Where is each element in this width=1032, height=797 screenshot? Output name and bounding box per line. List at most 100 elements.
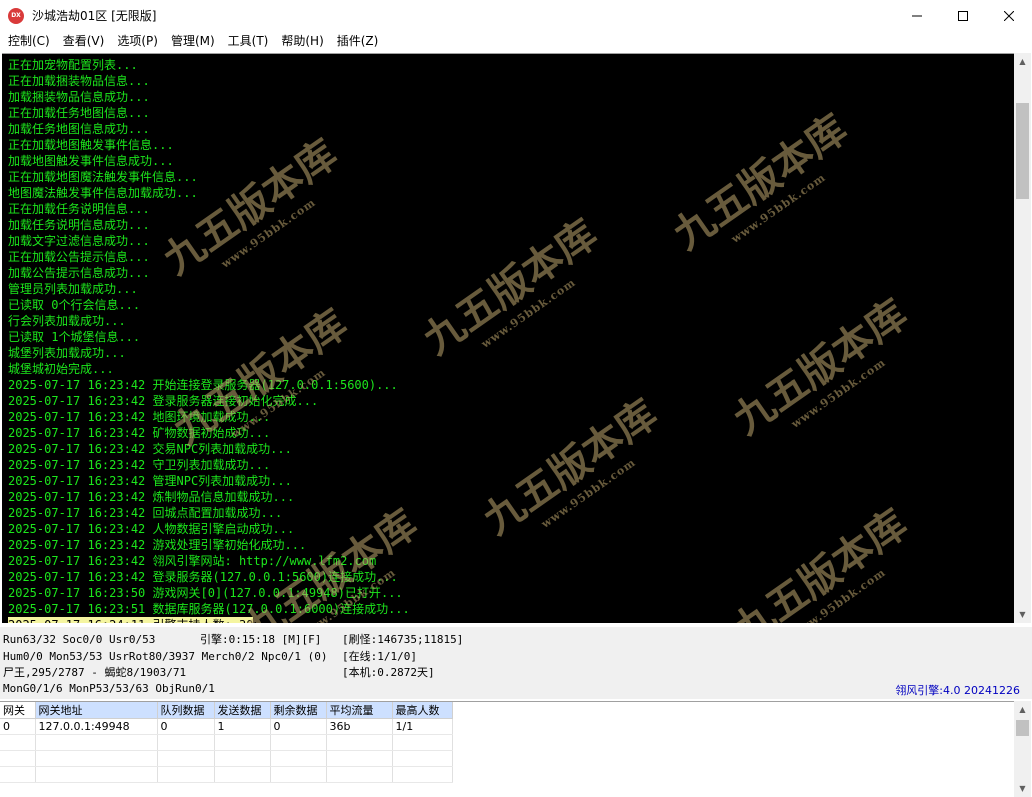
minimize-button[interactable] — [894, 0, 940, 31]
log-line-row: 2025-07-17 16:23:42 人物数据引擎启动成功... — [8, 521, 1014, 537]
log-line: 正在加载任务说明信息... — [8, 202, 150, 216]
log-line-row: 2025-07-17 16:23:51 数据库服务器(127.0.0.1:600… — [8, 601, 1014, 617]
title-bar[interactable]: DX 沙城浩劫01区 [无限版] — [0, 0, 1032, 31]
log-line: 加载任务地图信息成功... — [8, 122, 150, 136]
log-line-row: 正在加载公告提示信息... — [8, 249, 1014, 265]
status-online: [在线:1/1/0] — [342, 650, 417, 663]
log-line: 2025-07-17 16:23:42 矿物数据初始成功... — [8, 426, 271, 440]
gateway-table: 网关 网关地址 队列数据 发送数据 剩余数据 平均流量 最高人数 0 127.0… — [0, 702, 453, 783]
menu-manage[interactable]: 管理(M) — [165, 31, 222, 51]
log-line-row: 2025-07-17 16:23:42 交易NPC列表加载成功... — [8, 441, 1014, 457]
console-scrollbar[interactable]: ▲ ▼ — [1014, 53, 1031, 623]
log-line-row: 行会列表加载成功... — [8, 313, 1014, 329]
log-line: 地图魔法触发事件信息加载成功... — [8, 186, 198, 200]
engine-version: 翎风引擎:4.0 20241226 — [895, 684, 1020, 697]
menu-tools[interactable]: 工具(T) — [222, 31, 276, 51]
column-header-send-data[interactable]: 发送数据 — [214, 702, 271, 719]
log-line-row: 2025-07-17 16:23:42 翎风引擎网站: http://www.l… — [8, 553, 1014, 569]
log-line: 2025-07-17 16:23:42 守卫列表加载成功... — [8, 458, 271, 472]
log-line-row: 2025-07-17 16:23:42 登录服务器连接初始化完成... — [8, 393, 1014, 409]
menu-help[interactable]: 帮助(H) — [275, 31, 330, 51]
close-button[interactable] — [986, 0, 1032, 31]
column-header-remaining-data[interactable]: 剩余数据 — [270, 702, 327, 719]
log-line-row: 2025-07-17 16:23:42 炼制物品信息加载成功... — [8, 489, 1014, 505]
table-row — [0, 734, 453, 751]
log-line-row: 地图魔法触发事件信息加载成功... — [8, 185, 1014, 201]
log-line: 2025-07-17 16:23:42 交易NPC列表加载成功... — [8, 442, 292, 456]
table-header-row: 网关 网关地址 队列数据 发送数据 剩余数据 平均流量 最高人数 — [0, 702, 453, 719]
log-line: 2025-07-17 16:23:42 开始连接登录服务器(127.0.0.1:… — [8, 378, 398, 392]
scroll-thumb[interactable] — [1016, 103, 1029, 199]
window-controls — [894, 0, 1032, 31]
scroll-down-icon[interactable]: ▼ — [1014, 606, 1031, 623]
log-line: 加载地图触发事件信息成功... — [8, 154, 174, 168]
app-icon[interactable]: DX — [8, 7, 24, 24]
log-line: 正在加载任务地图信息... — [8, 106, 150, 120]
log-line: 2025-07-17 16:23:42 炼制物品信息加载成功... — [8, 490, 295, 504]
column-header-gateway-address[interactable]: 网关地址 — [35, 702, 158, 719]
log-line: 2025-07-17 16:23:50 游戏网关[0](127.0.0.1:49… — [8, 586, 403, 600]
menu-plugins[interactable]: 插件(Z) — [331, 31, 386, 51]
status-run: Run63/32 Soc0/0 Usr0/53 — [3, 633, 156, 646]
log-line: 2025-07-17 16:23:42 地图环境加载成功... — [8, 410, 271, 424]
log-line: 加载公告提示信息成功... — [8, 266, 150, 280]
column-header-queue-data[interactable]: 队列数据 — [157, 702, 215, 719]
log-line: 正在加载捆装物品信息... — [8, 74, 150, 88]
log-line: 加载捆装物品信息成功... — [8, 90, 150, 104]
log-lines: 正在加宠物配置列表... 正在加载捆装物品信息... 加载捆装物品信息成功... 正在… — [8, 57, 1014, 623]
log-line-row: 正在加载捆装物品信息... — [8, 73, 1014, 89]
log-line: 行会列表加载成功... — [8, 314, 126, 328]
log-console[interactable]: 正在加宠物配置列表... 正在加载捆装物品信息... 加载捆装物品信息成功... 正在… — [2, 53, 1014, 623]
log-line-row: 2025-07-17 16:24:11 引擎支持人数: 30 — [8, 617, 1014, 623]
log-line: 正在加宠物配置列表... — [8, 58, 138, 72]
log-line-row: 2025-07-17 16:23:42 管理NPC列表加载成功... — [8, 473, 1014, 489]
table-scrollbar[interactable]: ▲ ▼ — [1014, 701, 1031, 797]
scroll-down-icon[interactable]: ▼ — [1014, 780, 1031, 797]
log-line-row: 正在加载任务地图信息... — [8, 105, 1014, 121]
log-line-row: 2025-07-17 16:23:42 地图环境加载成功... — [8, 409, 1014, 425]
log-line: 正在加载地图魔法触发事件信息... — [8, 170, 198, 184]
log-line: 2025-07-17 16:23:42 翎风引擎网站: http://www.l… — [8, 554, 377, 568]
cell-remaining-data: 0 — [270, 718, 327, 735]
log-line-row: 正在加载地图触发事件信息... — [8, 137, 1014, 153]
log-line-row: 正在加载地图魔法触发事件信息... — [8, 169, 1014, 185]
window-title: 沙城浩劫01区 [无限版] — [32, 9, 157, 23]
log-line-row: 加载地图触发事件信息成功... — [8, 153, 1014, 169]
status-hum: Hum0/0 Mon53/53 UsrRot80/3937 Merch0/2 N… — [3, 650, 328, 663]
column-header-gateway[interactable]: 网关 — [0, 702, 36, 719]
maximize-button[interactable] — [940, 0, 986, 31]
status-monsters: 尸王,295/2787 - 蝎蛇8/1903/71 — [3, 666, 187, 679]
menu-options[interactable]: 选项(P) — [111, 31, 165, 51]
log-line-row: 加载任务地图信息成功... — [8, 121, 1014, 137]
log-line: 2025-07-17 16:23:42 游戏处理引擎初始化成功... — [8, 538, 307, 552]
log-line: 城堡城初始完成... — [8, 362, 114, 376]
menu-control[interactable]: 控制(C) — [2, 31, 57, 51]
status-engine-time: 引擎:0:15:18 [M][F] — [200, 633, 322, 646]
log-line: 2025-07-17 16:23:42 登录服务器(127.0.0.1:5600… — [8, 570, 398, 584]
log-line-row: 2025-07-17 16:23:42 游戏处理引擎初始化成功... — [8, 537, 1014, 553]
scroll-up-icon[interactable]: ▲ — [1014, 701, 1031, 718]
log-line-row: 加载任务说明信息成功... — [8, 217, 1014, 233]
log-line: 正在加载地图触发事件信息... — [8, 138, 174, 152]
scroll-up-icon[interactable]: ▲ — [1014, 53, 1031, 70]
column-header-avg-traffic[interactable]: 平均流量 — [326, 702, 393, 719]
log-line-row: 2025-07-17 16:23:42 回城点配置加载成功... — [8, 505, 1014, 521]
cell-send-data: 1 — [214, 718, 271, 735]
log-line: 2025-07-17 16:23:42 回城点配置加载成功... — [8, 506, 283, 520]
column-header-max-users[interactable]: 最高人数 — [392, 702, 453, 719]
log-line-row: 2025-07-17 16:23:42 登录服务器(127.0.0.1:5600… — [8, 569, 1014, 585]
log-line-row: 已读取 0个行会信息... — [8, 297, 1014, 313]
close-icon — [1004, 10, 1014, 21]
scroll-thumb[interactable] — [1016, 720, 1029, 736]
log-line: 加载任务说明信息成功... — [8, 218, 150, 232]
log-line-row: 城堡城初始完成... — [8, 361, 1014, 377]
cell-gateway-address: 127.0.0.1:49948 — [35, 718, 158, 735]
status-mong: MonG0/1/6 MonP53/53/63 ObjRun0/1 — [3, 682, 215, 695]
table-row — [0, 766, 453, 783]
log-line-row: 城堡列表加载成功... — [8, 345, 1014, 361]
cell-gateway: 0 — [0, 718, 36, 735]
table-row[interactable]: 0 127.0.0.1:49948 0 1 0 36b 1/1 — [0, 718, 453, 735]
menu-view[interactable]: 查看(V) — [57, 31, 112, 51]
log-line: 2025-07-17 16:23:42 管理NPC列表加载成功... — [8, 474, 292, 488]
log-line: 正在加载公告提示信息... — [8, 250, 150, 264]
